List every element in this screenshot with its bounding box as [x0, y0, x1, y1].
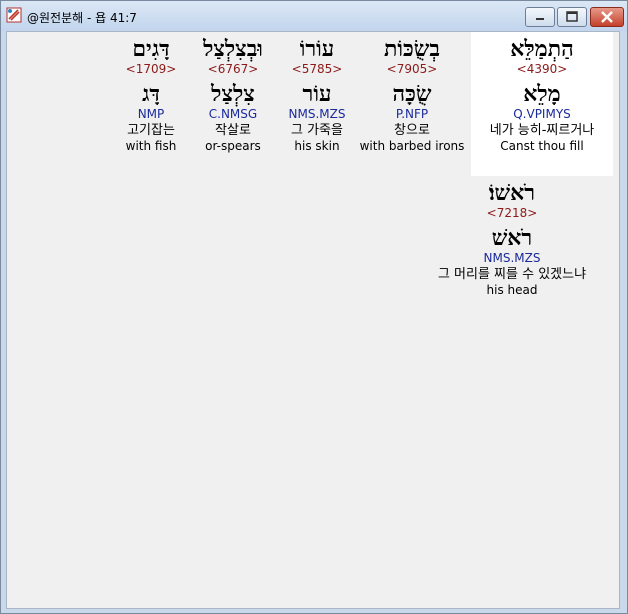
lemma: מָלֵא	[523, 81, 561, 107]
morphology: P.NFP	[395, 107, 429, 121]
lemma: שֻׂכָּה	[392, 81, 432, 107]
maximize-button[interactable]	[557, 7, 587, 27]
word-cell-5[interactable]: דָּגִים <1709> דָּג NMP 고기잡는 with fish	[115, 32, 187, 176]
english-gloss: Canst thou fill	[500, 139, 584, 153]
morphology: C.NMSG	[208, 107, 258, 121]
english-gloss: his skin	[294, 139, 340, 153]
window-title: @원전분해 - 욥 41:7	[27, 11, 137, 25]
english-gloss: with fish	[125, 139, 177, 153]
lemma: רֹאשׁ	[491, 225, 533, 251]
english-gloss: his head	[486, 283, 538, 297]
hebrew-word: וּבְצִלְצַל	[203, 36, 263, 62]
korean-gloss: 네가 능히-찌르거나	[489, 123, 595, 138]
app-icon[interactable]	[6, 7, 22, 23]
title-bar[interactable]: @원전분해 - 욥 41:7	[1, 1, 627, 31]
minimize-icon	[536, 18, 544, 20]
close-button[interactable]	[590, 7, 624, 27]
morphology: Q.VPIMYS	[513, 107, 571, 121]
english-gloss: with barbed irons	[359, 139, 465, 153]
strong-number[interactable]: <7905>	[359, 62, 465, 77]
english-gloss: or-spears	[205, 139, 261, 153]
strong-number[interactable]: <5785>	[281, 62, 353, 77]
strong-number[interactable]: <4390>	[471, 62, 613, 77]
hebrew-word: רֹאשׁוֹ׃	[488, 180, 536, 206]
korean-gloss: 창으로	[394, 123, 430, 138]
hebrew-word: הַתְמַלֵּא	[510, 36, 574, 62]
korean-gloss: 작살로	[215, 123, 251, 138]
strong-number[interactable]: <6767>	[193, 62, 273, 77]
interlinear-panel: הַתְמַלֵּא <4390> מָלֵא Q.VPIMYS 네가 능히-찌…	[6, 31, 620, 609]
word-cell-6[interactable]: רֹאשׁוֹ׃ <7218> רֹאשׁ NMS.MZS 그 머리를 찌를 수…	[411, 176, 613, 320]
word-cell-1[interactable]: הַתְמַלֵּא <4390> מָלֵא Q.VPIMYS 네가 능히-찌…	[471, 32, 613, 176]
lemma: עוֹר	[302, 81, 332, 107]
close-icon	[601, 11, 613, 23]
lemma: דָּג	[142, 81, 160, 107]
hebrew-word: דָּגִים	[132, 36, 170, 62]
hebrew-word: עוֹרוֹ	[299, 36, 335, 62]
lemma: צִלְצַל	[211, 81, 255, 107]
word-cell-4[interactable]: וּבְצִלְצַל <6767> צִלְצַל C.NMSG 작살로 or…	[193, 32, 273, 176]
morphology: NMS.MZS	[288, 107, 346, 121]
strong-number[interactable]: <1709>	[115, 62, 187, 77]
korean-gloss: 그 가죽을	[291, 123, 343, 138]
strong-number[interactable]: <7218>	[411, 206, 613, 221]
korean-gloss: 그 머리를 찌를 수 있겠느냐	[437, 267, 587, 282]
hebrew-word: בְשֻׂכּוֹת	[384, 36, 440, 62]
morphology: NMP	[137, 107, 165, 121]
maximize-icon	[566, 11, 578, 22]
minimize-button[interactable]	[525, 7, 555, 27]
word-cell-2[interactable]: בְשֻׂכּוֹת <7905> שֻׂכָּה P.NFP 창으로 with…	[359, 32, 465, 176]
app-window: @원전분해 - 욥 41:7 הַתְמַלֵּא <4390> מָלֵא Q…	[0, 0, 628, 614]
morphology: NMS.MZS	[483, 251, 541, 265]
word-cell-3[interactable]: עוֹרוֹ <5785> עוֹר NMS.MZS 그 가죽을 his ski…	[281, 32, 353, 176]
korean-gloss: 고기잡는	[127, 123, 175, 138]
